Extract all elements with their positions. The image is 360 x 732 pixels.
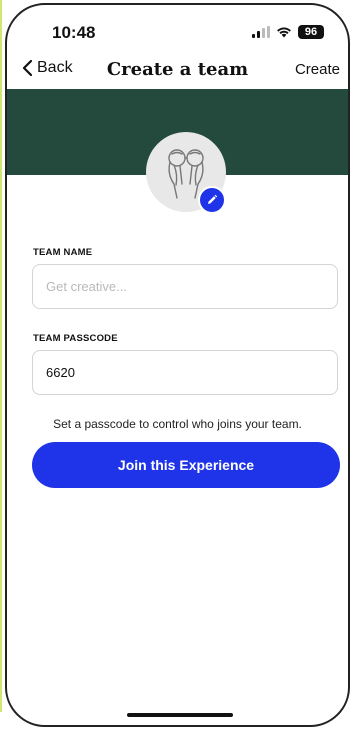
team-passcode-label: TEAM PASSCODE (33, 333, 118, 344)
back-button[interactable]: Back (22, 59, 73, 77)
screenshot-canvas: 10:48 96 Back Create a team Create TEAM … (0, 0, 360, 732)
edit-avatar-button[interactable] (198, 186, 226, 214)
wifi-icon (277, 27, 291, 38)
join-experience-button[interactable]: Join this Experience (32, 442, 340, 488)
status-bar: 10:48 96 (7, 5, 348, 53)
left-accent-edge (0, 0, 2, 712)
create-button[interactable]: Create (295, 61, 340, 78)
back-label: Back (37, 59, 73, 76)
team-name-input[interactable] (32, 264, 338, 309)
passcode-hint: Set a passcode to control who joins your… (53, 417, 302, 431)
navigation-bar: Back Create a team Create (7, 53, 348, 91)
team-passcode-input[interactable] (32, 350, 338, 395)
pencil-icon (208, 194, 218, 204)
signal-icon (252, 26, 270, 38)
status-time: 10:48 (52, 23, 96, 42)
battery-icon: 96 (298, 25, 324, 39)
status-icons: 96 (252, 25, 324, 39)
team-name-label: TEAM NAME (33, 247, 93, 258)
phone-frame: 10:48 96 Back Create a team Create TEAM … (5, 3, 350, 727)
home-indicator (127, 713, 233, 717)
chevron-left-icon (22, 59, 33, 77)
